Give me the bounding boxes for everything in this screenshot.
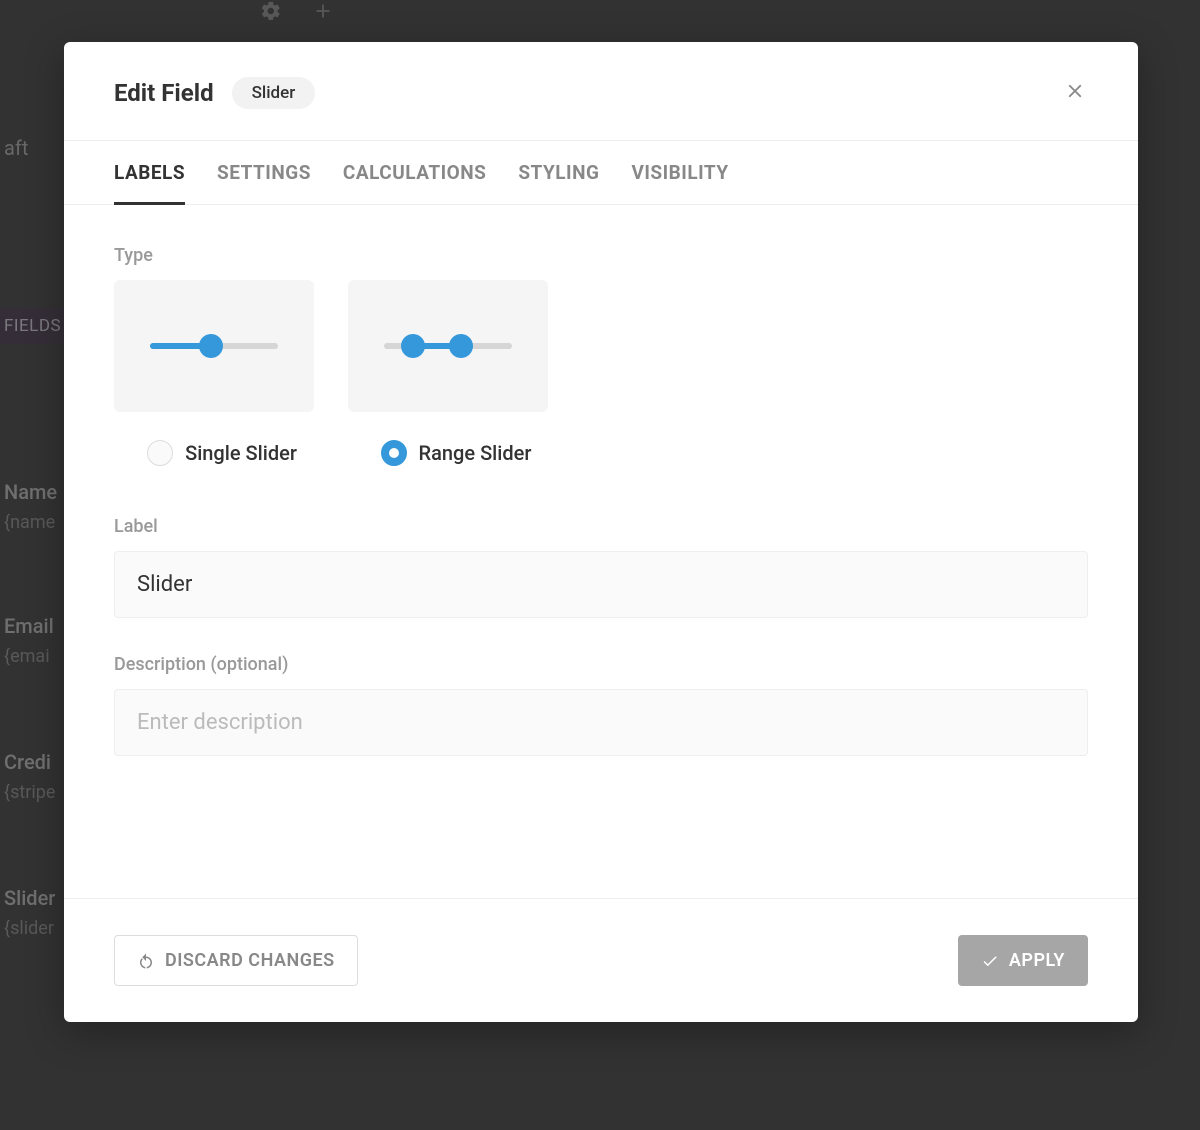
- apply-button-label: APPLY: [1009, 950, 1065, 971]
- tab-settings[interactable]: SETTINGS: [217, 141, 311, 205]
- label-input[interactable]: [114, 551, 1088, 618]
- discard-button-label: DISCARD CHANGES: [165, 950, 335, 971]
- range-slider-preview: [348, 280, 548, 412]
- modal-footer: DISCARD CHANGES APPLY: [64, 898, 1138, 1022]
- range-slider-icon: [383, 331, 513, 361]
- type-section-label: Type: [114, 245, 1088, 266]
- modal-title: Edit Field: [114, 79, 214, 107]
- type-options: Single Slider Range Slider: [114, 280, 1088, 466]
- description-field-label: Description (optional): [114, 654, 1088, 675]
- undo-icon: [137, 952, 155, 970]
- radio-range[interactable]: [381, 440, 407, 466]
- label-field-block: Label: [114, 516, 1088, 618]
- tab-visibility[interactable]: VISIBILITY: [631, 141, 728, 205]
- modal-body: Type Single Slider: [64, 205, 1138, 898]
- label-field-label: Label: [114, 516, 1088, 537]
- radio-single-label: Single Slider: [185, 441, 297, 465]
- close-button[interactable]: [1060, 76, 1090, 110]
- single-slider-icon: [149, 331, 279, 361]
- check-icon: [981, 952, 999, 970]
- apply-button[interactable]: APPLY: [958, 935, 1088, 986]
- close-icon: [1064, 80, 1086, 102]
- tab-labels[interactable]: LABELS: [114, 141, 185, 205]
- type-option-single[interactable]: Single Slider: [114, 280, 314, 466]
- type-option-range[interactable]: Range Slider: [348, 280, 548, 466]
- single-slider-preview: [114, 280, 314, 412]
- description-field-block: Description (optional): [114, 654, 1088, 756]
- edit-field-modal: Edit Field Slider LABELS SETTINGS CALCUL…: [64, 42, 1138, 1022]
- tab-calculations[interactable]: CALCULATIONS: [343, 141, 486, 205]
- description-input[interactable]: [114, 689, 1088, 756]
- modal-tabs: LABELS SETTINGS CALCULATIONS STYLING VIS…: [64, 141, 1138, 205]
- modal-header: Edit Field Slider: [64, 42, 1138, 141]
- field-type-chip: Slider: [232, 77, 316, 109]
- tab-styling[interactable]: STYLING: [518, 141, 599, 205]
- radio-single[interactable]: [147, 440, 173, 466]
- discard-button[interactable]: DISCARD CHANGES: [114, 935, 358, 986]
- radio-range-label: Range Slider: [419, 441, 532, 465]
